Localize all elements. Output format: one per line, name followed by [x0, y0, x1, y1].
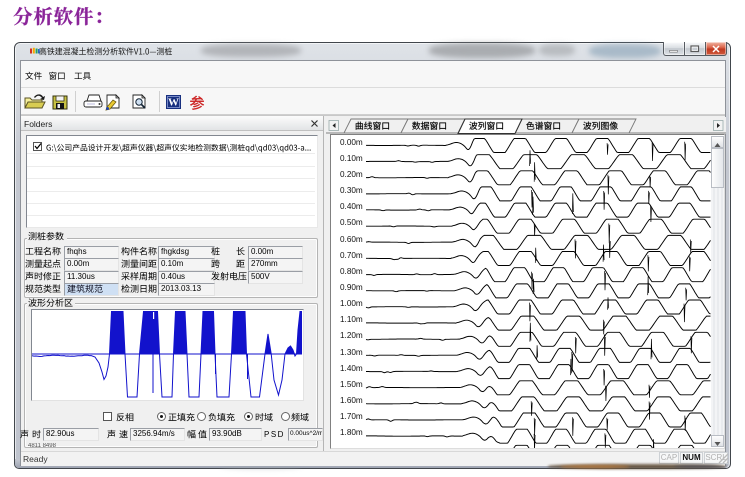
svg-text:W: W [168, 97, 179, 109]
